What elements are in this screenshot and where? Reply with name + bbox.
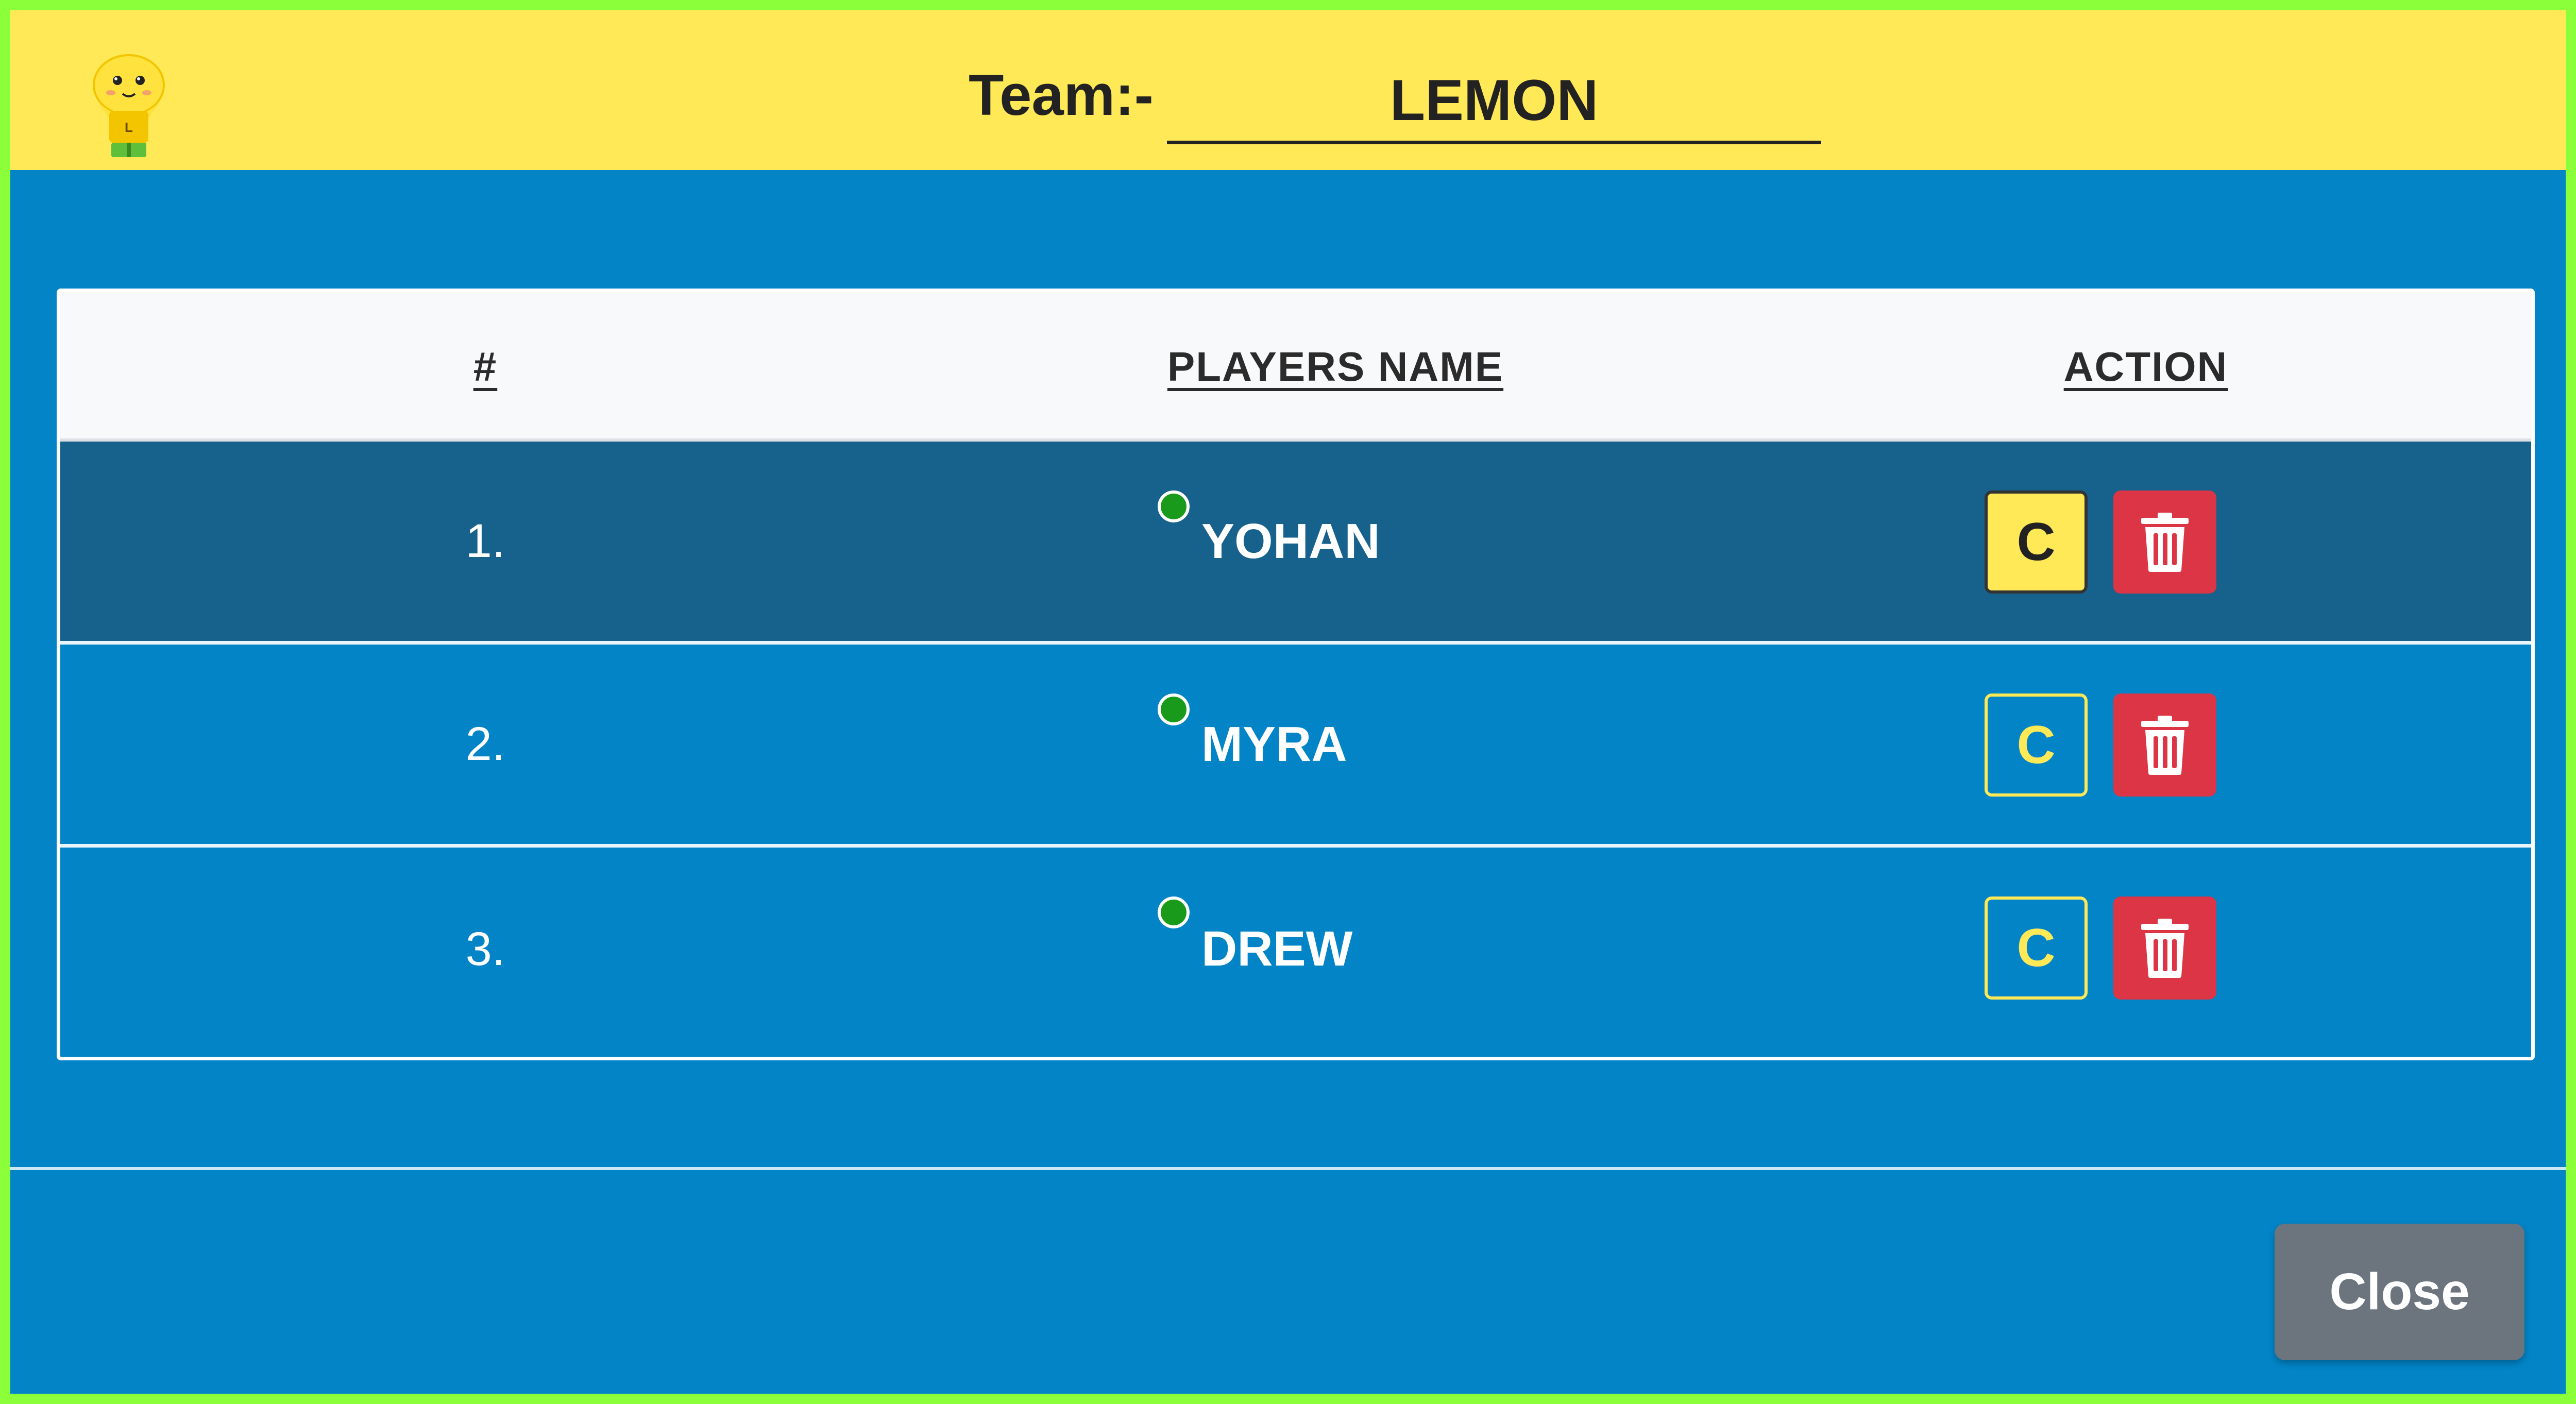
trash-icon [2141,512,2189,572]
online-status-icon [1158,693,1190,725]
close-button[interactable]: Close [2275,1224,2524,1360]
column-header-action: ACTION [2063,344,2228,390]
player-index: 3. [465,922,505,975]
player-name: DREW [1201,921,1353,976]
captain-button[interactable]: C [1985,490,2088,594]
players-table: # PLAYERS NAME ACTION 1. YOHAN C 2. MYRA… [57,289,2535,1060]
modal-header: L Team:- [10,10,2566,170]
svg-text:L: L [125,120,133,135]
table-row: 3. DREW C [60,848,2531,1051]
delete-button[interactable] [2113,490,2216,594]
player-index: 2. [465,718,505,770]
captain-button[interactable]: C [1985,896,2088,1000]
team-name-input[interactable] [1167,59,1821,144]
trash-icon [2141,715,2189,775]
table-row: 2. MYRA C [60,645,2531,848]
online-status-icon [1158,896,1190,928]
delete-button[interactable] [2113,693,2216,797]
footer-divider [10,1167,2566,1170]
column-header-players-name: PLAYERS NAME [1167,344,1504,390]
table-row: 1. YOHAN C [60,442,2531,645]
column-header-number: # [473,344,498,390]
delete-button[interactable] [2113,896,2216,1000]
table-header: # PLAYERS NAME ACTION [60,292,2531,442]
player-name: YOHAN [1201,513,1380,569]
captain-button[interactable]: C [1985,693,2088,797]
team-modal: L Team:- # PLAYERS NAME ACTION 1. YOHAN … [0,0,2576,1404]
player-index: 1. [465,515,505,567]
team-label: Team:- [969,63,1154,127]
lemon-mascot-icon: L [77,46,180,160]
player-name: MYRA [1201,716,1347,772]
trash-icon [2141,918,2189,978]
online-status-icon [1158,490,1190,522]
